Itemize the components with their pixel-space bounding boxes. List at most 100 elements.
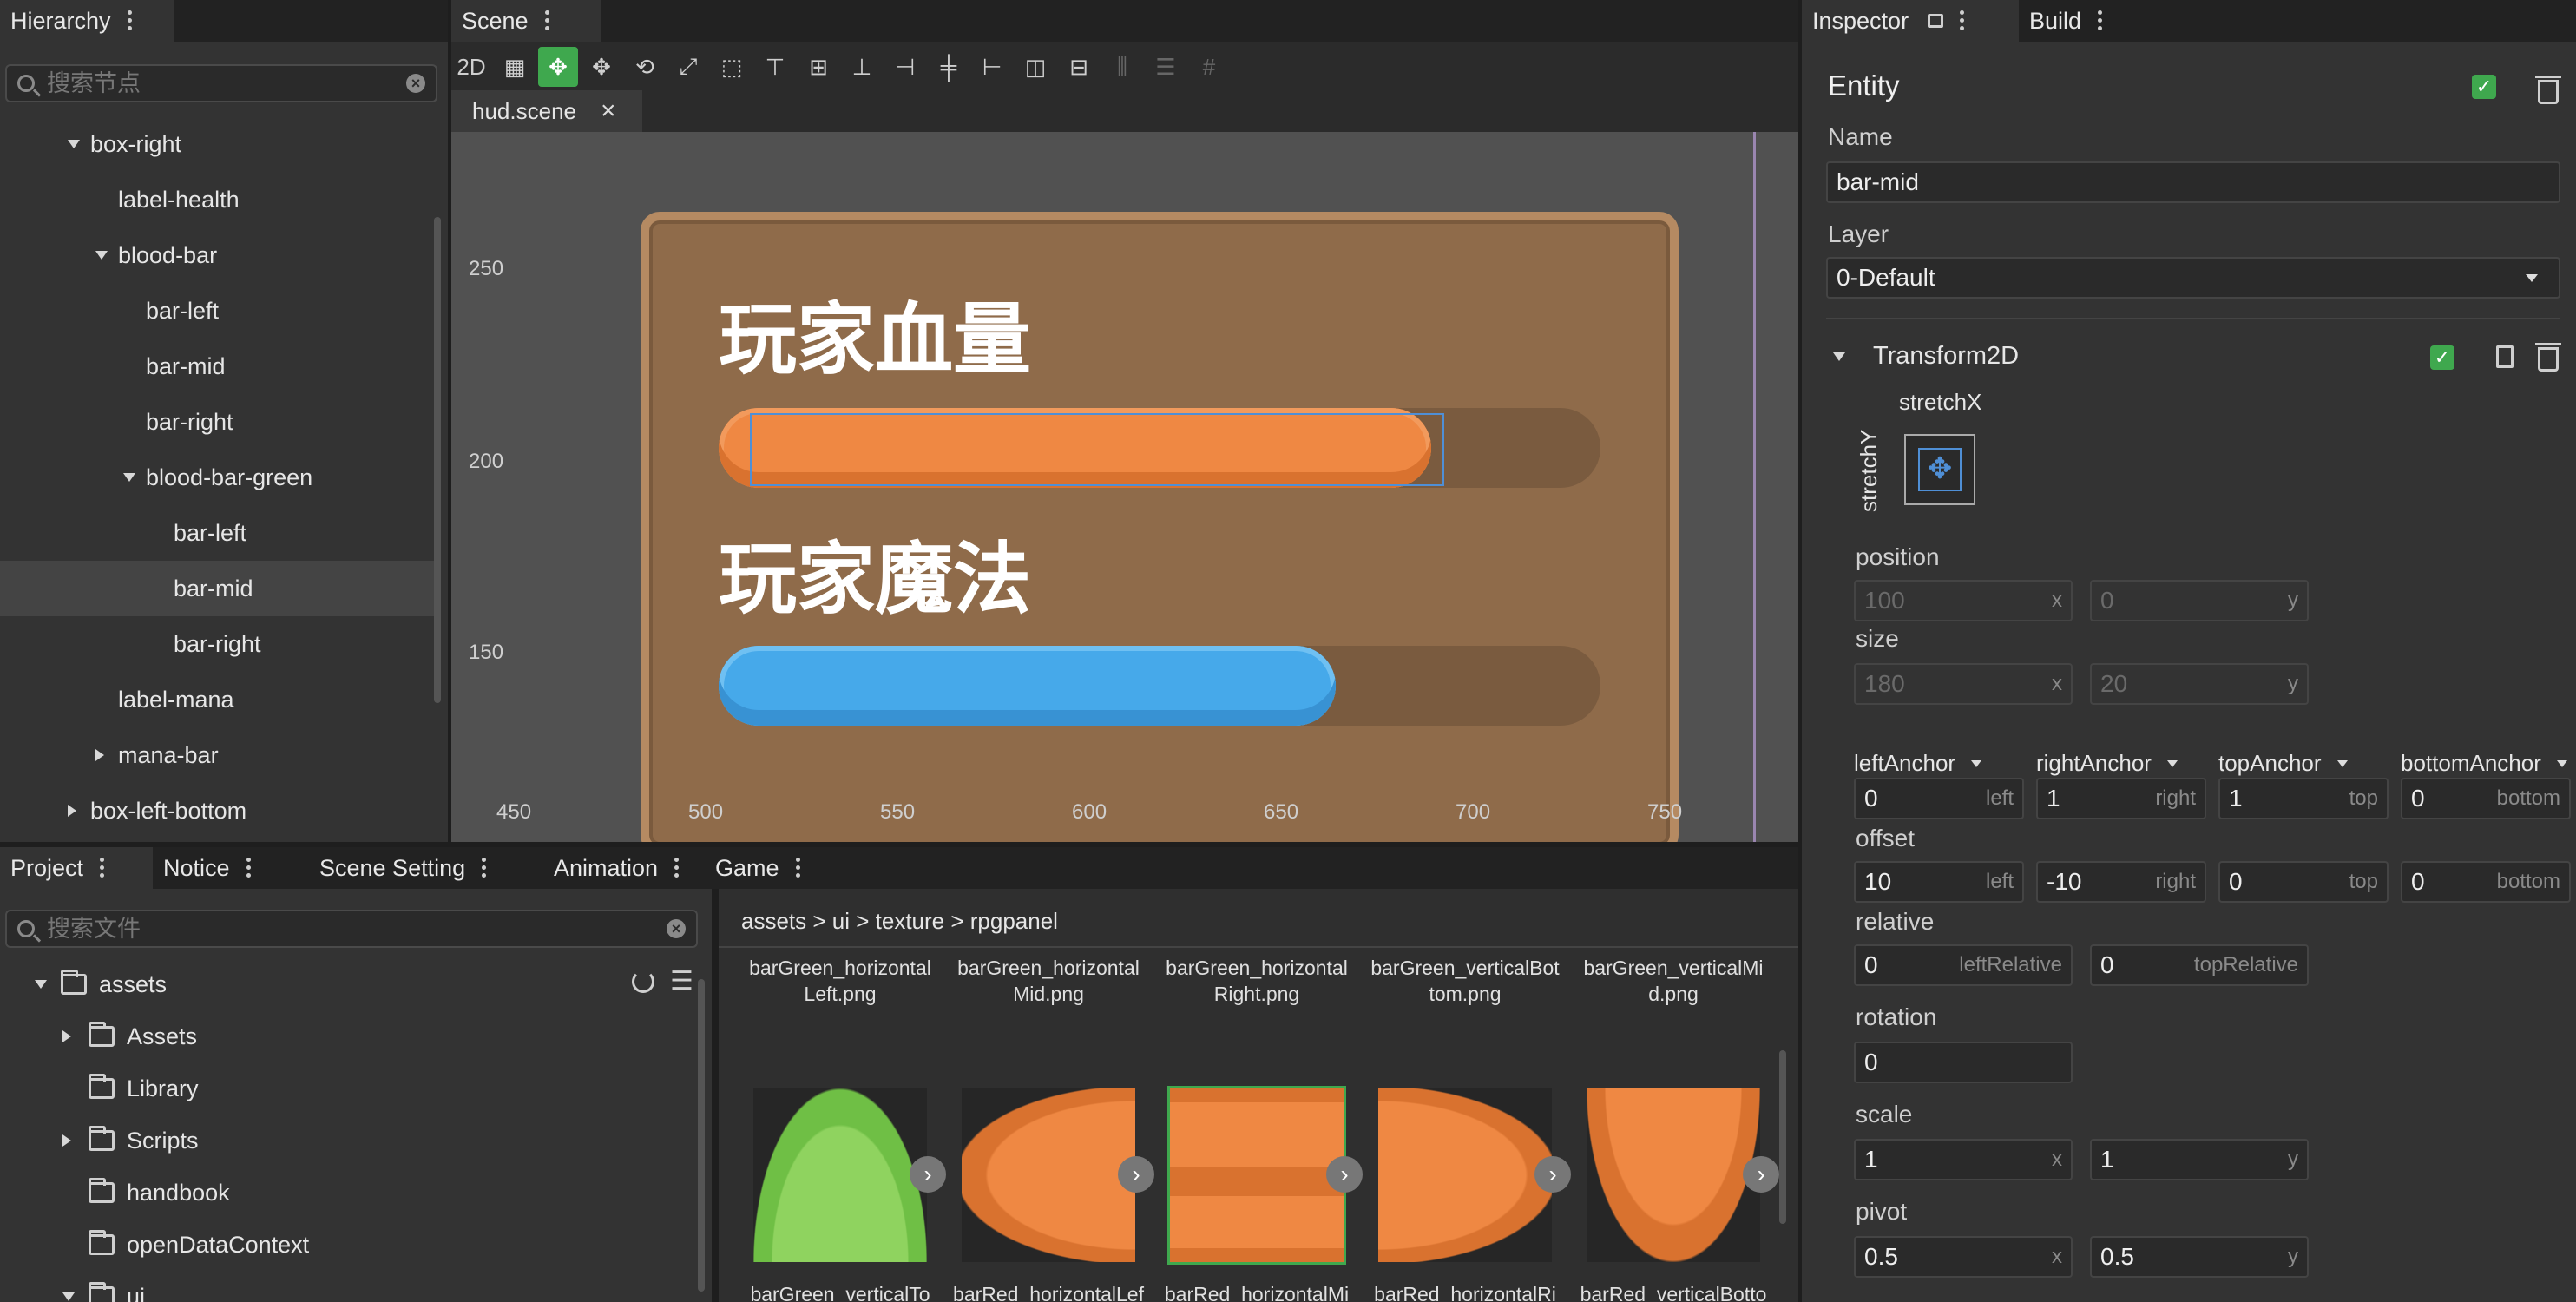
tab-project[interactable]: Project <box>0 847 153 889</box>
anchor-input[interactable]: 1 top <box>2218 778 2389 819</box>
asset-item[interactable]: barRed_horizontalLeft.png <box>944 1281 1153 1302</box>
collapse-caret-icon[interactable] <box>123 473 135 482</box>
collapse-caret-icon[interactable] <box>1833 352 1845 361</box>
tree-node[interactable]: box-left-bottom <box>0 783 434 838</box>
distribute-h-icon[interactable]: ◫ <box>1015 47 1055 87</box>
delete-entity-icon[interactable] <box>2535 76 2561 104</box>
tree-node[interactable]: label-mana <box>0 672 434 727</box>
chevron-right-icon[interactable]: › <box>1534 1156 1571 1193</box>
more-options-icon[interactable] <box>795 858 800 878</box>
entity-enabled-checkbox[interactable]: ✓ <box>2472 75 2496 99</box>
tab-hierarchy[interactable]: Hierarchy <box>0 0 174 42</box>
hud-panel-sprite[interactable]: 玩家血量 玩家魔法 <box>641 212 1679 842</box>
expand-caret-icon[interactable] <box>68 805 76 817</box>
align-top-icon[interactable]: ⊤ <box>755 47 795 87</box>
folder-item[interactable]: ui <box>0 1271 680 1302</box>
align-bottom-icon[interactable]: ⊥ <box>842 47 882 87</box>
clear-icon[interactable]: × <box>406 74 425 93</box>
tree-node[interactable]: bar-left <box>0 505 434 561</box>
project-scrollbar[interactable] <box>698 979 705 1292</box>
expand-caret-icon[interactable] <box>62 1134 71 1147</box>
tree-node[interactable]: bar-mid <box>0 561 434 616</box>
asset-item[interactable]: barGreen_horizontalRight.png <box>1153 955 1361 1029</box>
chevron-right-icon[interactable]: › <box>1326 1156 1363 1193</box>
align-hcenter-icon[interactable]: ╪ <box>929 47 969 87</box>
assets-scrollbar[interactable] <box>1779 1050 1786 1224</box>
position-y-input[interactable]: 0y <box>2090 580 2309 621</box>
scale-tool-icon[interactable]: ⤢ <box>668 47 708 87</box>
collapse-caret-icon[interactable] <box>68 140 80 148</box>
expand-caret-icon[interactable] <box>95 749 104 761</box>
grid-icon[interactable]: ▦ <box>495 47 535 87</box>
asset-thumbnail[interactable] <box>1170 1088 1344 1262</box>
more-options-icon[interactable] <box>246 858 251 878</box>
tree-node[interactable]: bar-mid <box>0 339 434 394</box>
project-search-input[interactable] <box>47 915 667 943</box>
tab-inspector[interactable]: Inspector <box>1802 0 2019 42</box>
move-tool-icon[interactable]: ✥ <box>538 47 578 87</box>
tab-scene-setting[interactable]: Scene Setting <box>309 847 543 889</box>
anchor-label[interactable]: rightAnchor <box>2036 750 2178 777</box>
asset-thumbnail[interactable] <box>753 1088 927 1262</box>
name-input[interactable]: bar-mid <box>1826 161 2560 203</box>
pivot-y-input[interactable]: 0.5 y <box>2090 1236 2309 1278</box>
offset-input[interactable]: 0 top <box>2218 861 2389 903</box>
more-options-icon[interactable] <box>674 858 680 878</box>
asset-item[interactable]: barRed_horizontalMid.png <box>1153 1281 1361 1302</box>
folder-item[interactable]: handbook <box>0 1167 680 1219</box>
position-x-input[interactable]: 100 x <box>1854 580 2073 621</box>
tree-node[interactable]: bar-right <box>0 394 434 450</box>
asset-item[interactable]: barGreen_verticalMid.png <box>1569 955 1778 1029</box>
more-options-icon[interactable] <box>481 858 487 878</box>
asset-item[interactable]: barRed_verticalBottom.png <box>1569 1281 1778 1302</box>
offset-input[interactable]: 0 bottom <box>2401 861 2571 903</box>
chevron-down-icon[interactable] <box>2166 760 2178 767</box>
chevron-down-icon[interactable] <box>2556 760 2567 767</box>
more-options-icon[interactable] <box>127 10 132 31</box>
hierarchy-search-input[interactable] <box>47 69 406 97</box>
tab-game[interactable]: Game <box>705 847 852 889</box>
pan-tool-icon[interactable]: ✥ <box>582 47 621 87</box>
asset-thumbnail[interactable] <box>1378 1088 1552 1262</box>
tab-animation[interactable]: Animation <box>543 847 705 889</box>
asset-item[interactable]: barGreen_horizontalLeft.png <box>736 955 944 1029</box>
scale-x-input[interactable]: 1x <box>1854 1139 2073 1180</box>
pivot-x-input[interactable]: 0.5 x <box>1854 1236 2073 1278</box>
relative-top-input[interactable]: 0 topRelative <box>2090 944 2309 986</box>
lock-icon[interactable] <box>1928 14 1944 28</box>
close-icon[interactable]: × <box>601 96 616 126</box>
tree-node[interactable]: bar-left <box>0 283 434 339</box>
project-search[interactable]: × <box>5 910 698 948</box>
snap-grid-icon[interactable]: # <box>1189 47 1229 87</box>
size-x-input[interactable]: 180 x <box>1854 663 2073 705</box>
expand-caret-icon[interactable] <box>62 1030 71 1042</box>
align-right-icon[interactable]: ⊢ <box>972 47 1012 87</box>
collapse-caret-icon[interactable] <box>62 1292 75 1301</box>
anchor-label[interactable]: bottomAnchor <box>2401 750 2567 777</box>
clear-icon[interactable]: × <box>667 919 686 938</box>
folder-item[interactable]: Assets <box>0 1010 680 1062</box>
more-options-icon[interactable] <box>99 858 105 878</box>
tree-node[interactable]: bar-right <box>0 616 434 672</box>
offset-input[interactable]: -10 right <box>2036 861 2206 903</box>
delete-component-icon[interactable] <box>2535 343 2561 372</box>
selection-outline[interactable] <box>750 413 1444 486</box>
tree-node[interactable]: box-right <box>0 116 434 172</box>
tab-notice[interactable]: Notice <box>153 847 309 889</box>
folder-item[interactable]: Library <box>0 1062 680 1115</box>
layer-select[interactable]: 0-Default <box>1826 257 2560 299</box>
transform-section-header[interactable]: Transform2D <box>1833 342 2019 371</box>
rotate-tool-icon[interactable]: ⟲ <box>625 47 665 87</box>
chevron-down-icon[interactable] <box>2336 760 2348 767</box>
spacing-h-icon[interactable]: ⫼ <box>1102 47 1142 87</box>
relative-left-input[interactable]: 0 leftRelative <box>1854 944 2073 986</box>
align-left-icon[interactable]: ⊣ <box>885 47 925 87</box>
collapse-caret-icon[interactable] <box>95 251 108 260</box>
spacing-v-icon[interactable]: ☰ <box>1146 47 1186 87</box>
asset-thumbnail[interactable] <box>1587 1088 1760 1262</box>
tree-node[interactable]: label-health <box>0 172 434 227</box>
more-options-icon[interactable] <box>2097 10 2103 31</box>
align-vcenter-icon[interactable]: ⊞ <box>798 47 838 87</box>
anchor-input[interactable]: 0 left <box>1854 778 2024 819</box>
asset-item[interactable]: barGreen_verticalTop.png <box>736 1281 944 1302</box>
